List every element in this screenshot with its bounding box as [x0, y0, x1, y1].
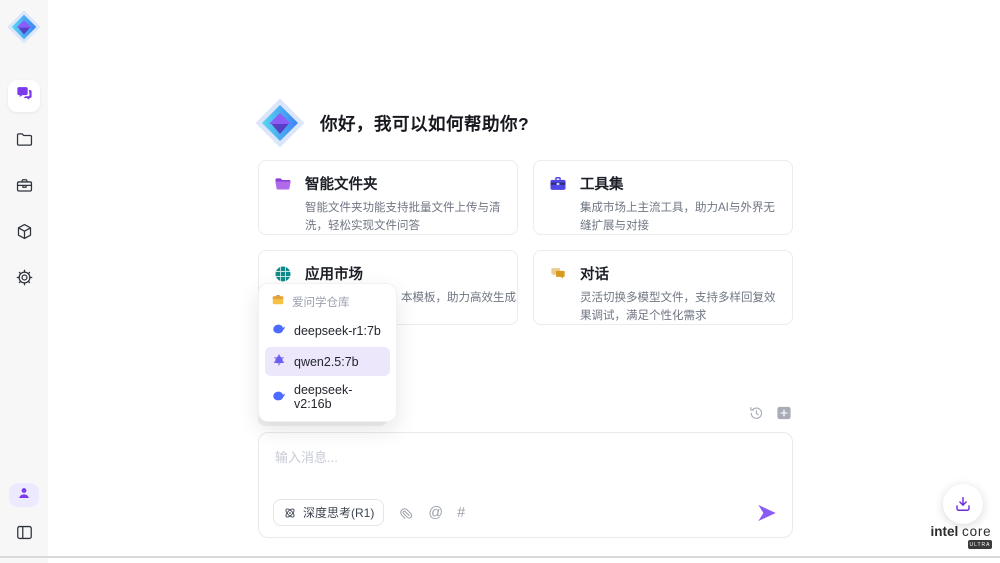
card-title: 工具集 — [580, 173, 778, 194]
ultra-badge: ULTRA — [968, 540, 992, 549]
download-fab[interactable] — [943, 484, 983, 524]
app-market-globe-icon — [273, 264, 293, 284]
sidebar-item-folders[interactable] — [8, 126, 40, 158]
sidebar-item-chat[interactable] — [8, 80, 40, 112]
deepseek-whale-icon — [271, 388, 287, 407]
smart-folder-icon — [273, 174, 293, 194]
model-option-label: qwen2.5:7b — [294, 355, 359, 369]
greeting-title: 你好，我可以如何帮助你? — [320, 111, 529, 136]
model-dropdown: 爱问学仓库 deepseek-r1:7b qwen2.5:7b deepseek… — [258, 283, 397, 422]
message-input-placeholder: 输入消息... — [275, 447, 338, 466]
paperclip-icon[interactable] — [398, 505, 414, 521]
collapse-panel-icon — [15, 523, 34, 547]
atom-icon — [283, 506, 297, 520]
intel-core-logo: intel core ULTRA — [924, 524, 998, 549]
sidebar-item-settings[interactable] — [8, 264, 40, 296]
at-icon[interactable]: @ — [428, 505, 443, 521]
send-icon — [756, 502, 778, 524]
card-description: 集成市场上主流工具，助力AI与外界无缝扩展与对接 — [580, 199, 778, 235]
composer-toolbar: 深度思考(R1) @ # — [273, 499, 778, 526]
cube-icon — [15, 222, 34, 246]
user-icon — [16, 485, 32, 506]
card-smart-folder[interactable]: 智能文件夹 智能文件夹功能支持批量文件上传与清洗，轻松实现文件问答 — [258, 160, 518, 235]
message-input[interactable]: 输入消息... 深度思考(R1) @ # — [258, 432, 793, 538]
gear-icon — [15, 268, 34, 292]
intel-core-text: intel core — [924, 524, 998, 539]
deep-think-label: 深度思考(R1) — [303, 504, 374, 521]
toolset-briefcase-icon — [548, 174, 568, 194]
model-option-deepseek-r1[interactable]: deepseek-r1:7b — [265, 316, 390, 345]
deep-think-button[interactable]: 深度思考(R1) — [273, 499, 384, 526]
send-button[interactable] — [756, 502, 778, 524]
sidebar-item-toolbox[interactable] — [8, 172, 40, 204]
card-body: 对话 灵活切换多模型文件，支持多样回复效果调试，满足个性化需求 — [580, 263, 778, 312]
card-description: 灵活切换多模型文件，支持多样回复效果调试，满足个性化需求 — [580, 289, 778, 325]
intel-word: intel — [931, 524, 959, 539]
card-title: 智能文件夹 — [305, 173, 503, 194]
new-chat-icon[interactable] — [775, 404, 793, 422]
history-icon[interactable] — [747, 404, 765, 422]
sidebar — [0, 0, 48, 563]
card-body: 工具集 集成市场上主流工具，助力AI与外界无缝扩展与对接 — [580, 173, 778, 222]
download-icon — [953, 494, 973, 514]
chat-bubbles-icon — [15, 84, 34, 108]
sidebar-item-collapse[interactable] — [8, 519, 40, 551]
sidebar-item-models[interactable] — [8, 218, 40, 250]
model-group-header: 爱问学仓库 — [265, 289, 390, 314]
card-toolset[interactable]: 工具集 集成市场上主流工具，助力AI与外界无缝扩展与对接 — [533, 160, 793, 235]
card-description-visible: 本模板，助力高效生成多 — [401, 289, 518, 307]
model-group-label: 爱问学仓库 — [292, 294, 350, 310]
model-option-label: deepseek-v2:16b — [294, 383, 384, 411]
deepseek-whale-icon — [271, 321, 287, 340]
card-title: 对话 — [580, 263, 778, 284]
model-option-qwen[interactable]: qwen2.5:7b — [265, 347, 390, 376]
greeting: 你好，我可以如何帮助你? — [255, 98, 529, 148]
app-window: 你好，我可以如何帮助你? 智能文件夹 智能文件夹功能支持批量文件上传与清洗，轻松… — [0, 0, 1000, 563]
card-body: 智能文件夹 智能文件夹功能支持批量文件上传与清洗，轻松实现文件问答 — [305, 173, 503, 222]
hash-icon[interactable]: # — [457, 505, 465, 521]
core-word: core — [962, 524, 991, 539]
app-logo — [7, 10, 41, 44]
greeting-logo — [255, 98, 305, 148]
conversation-actions — [747, 404, 793, 422]
card-title: 应用市场 — [305, 263, 518, 284]
card-dialog[interactable]: 对话 灵活切换多模型文件，支持多样回复效果调试，满足个性化需求 — [533, 250, 793, 325]
model-option-label: deepseek-r1:7b — [294, 324, 381, 338]
briefcase-icon — [15, 176, 34, 200]
window-bottom-edge — [0, 556, 1000, 558]
dialog-bubbles-icon — [548, 264, 568, 284]
card-description: 智能文件夹功能支持批量文件上传与清洗，轻松实现文件问答 — [305, 199, 503, 235]
model-option-deepseek-v2[interactable]: deepseek-v2:16b — [265, 378, 390, 416]
qwen-star-icon — [271, 352, 287, 371]
folder-icon — [15, 130, 34, 154]
repository-icon — [271, 293, 285, 310]
sidebar-item-profile[interactable] — [9, 483, 39, 507]
